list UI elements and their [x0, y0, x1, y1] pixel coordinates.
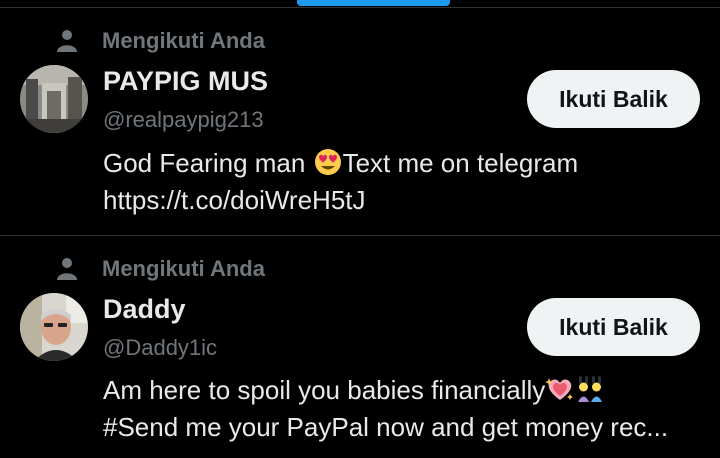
display-name[interactable]: Daddy — [103, 294, 186, 325]
bio: Am here to spoil you babies financially … — [103, 372, 703, 446]
follows-you-row: Mengikuti Anda — [54, 256, 265, 282]
sparkling-heart-emoji-icon — [545, 378, 574, 400]
tab-bar — [0, 0, 720, 8]
bio-text: Text me on telegram — [342, 148, 579, 178]
follows-you-label: Mengikuti Anda — [102, 256, 265, 281]
heart-eyes-emoji-icon — [314, 149, 341, 175]
bio-text: #Send me your PayPal now and get money r… — [103, 412, 669, 442]
username-handle[interactable]: @realpaypig213 — [103, 107, 264, 133]
display-name[interactable]: PAYPIG MUS — [103, 66, 268, 97]
user-cell[interactable]: Mengikuti Anda Daddy @Daddy1ic Ikuti Bal… — [0, 236, 720, 458]
user-cell[interactable]: Mengikuti Anda PAYPIG MUS @realpaypig213… — [0, 8, 720, 236]
bio-text: Am here to spoil you babies financially — [103, 375, 546, 405]
active-tab-indicator — [297, 0, 450, 6]
bio-line-1: God Fearing man Text me on telegram — [103, 145, 703, 182]
avatar-image — [20, 293, 88, 361]
follow-back-button[interactable]: Ikuti Balik — [527, 298, 700, 356]
bio-text: God Fearing man — [103, 148, 313, 178]
person-icon — [57, 30, 77, 52]
avatar-image — [20, 65, 88, 133]
avatar[interactable] — [20, 65, 88, 133]
people-with-bunny-ears-emoji-icon — [578, 376, 603, 402]
follows-you-row: Mengikuti Anda — [54, 28, 265, 54]
bio: God Fearing man Text me on telegram http… — [103, 145, 703, 219]
follow-back-button[interactable]: Ikuti Balik — [527, 70, 700, 128]
person-icon — [57, 258, 77, 280]
bio-link[interactable]: https://t.co/doiWreH5tJ — [103, 182, 703, 219]
avatar[interactable] — [20, 293, 88, 361]
bio-line-1: Am here to spoil you babies financially — [103, 372, 703, 409]
username-handle[interactable]: @Daddy1ic — [103, 335, 217, 361]
follows-you-label: Mengikuti Anda — [102, 28, 265, 53]
